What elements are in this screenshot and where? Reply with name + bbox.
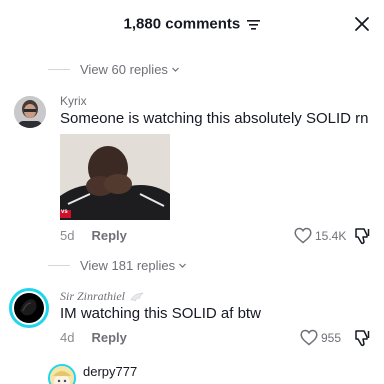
comments-header: 1,880 comments (0, 0, 384, 50)
image-badge: vs (61, 209, 68, 215)
comment-username[interactable]: Sir Zinrathiel (60, 289, 144, 304)
view-replies-button[interactable]: View 60 replies (48, 62, 180, 77)
comment-meta: 5d Reply (60, 228, 127, 243)
view-replies-label: View 181 replies (80, 258, 176, 273)
reply-button[interactable]: Reply (91, 330, 126, 345)
close-icon[interactable] (352, 14, 372, 34)
comment-meta: 4d Reply (60, 330, 127, 345)
comment-time: 4d (60, 330, 75, 345)
comment-count: 1,880 comments (123, 15, 241, 33)
comment-image[interactable]: vs (60, 134, 170, 220)
reply-button[interactable]: Reply (91, 228, 126, 243)
avatar[interactable] (14, 96, 46, 128)
like-count: 955 (321, 330, 342, 345)
dislike-icon[interactable] (354, 227, 371, 245)
divider (48, 265, 70, 266)
dislike-icon[interactable] (354, 329, 371, 347)
like-button[interactable]: 955 (300, 329, 341, 346)
filter-icon[interactable] (247, 19, 261, 30)
comment-username[interactable]: derpy777 (83, 364, 137, 379)
avatar[interactable] (9, 288, 49, 328)
divider (48, 69, 70, 70)
heart-icon (294, 227, 312, 244)
wing-icon (130, 292, 144, 302)
comment-text: IM watching this SOLID af btw (60, 305, 261, 322)
like-count: 15.4K (315, 228, 347, 243)
comment-username[interactable]: Kyrix (60, 94, 87, 108)
comment-text: Someone is watching this absolutely SOLI… (60, 110, 369, 127)
heart-icon (300, 329, 318, 346)
view-replies-label: View 60 replies (80, 62, 168, 77)
avatar[interactable] (48, 364, 76, 384)
chevron-down-icon (179, 263, 187, 268)
chevron-down-icon (171, 67, 179, 72)
view-replies-button[interactable]: View 181 replies (48, 258, 187, 273)
comments-title: 1,880 comments (0, 15, 384, 33)
comment-time: 5d (60, 228, 75, 243)
like-button[interactable]: 15.4K (294, 227, 346, 244)
